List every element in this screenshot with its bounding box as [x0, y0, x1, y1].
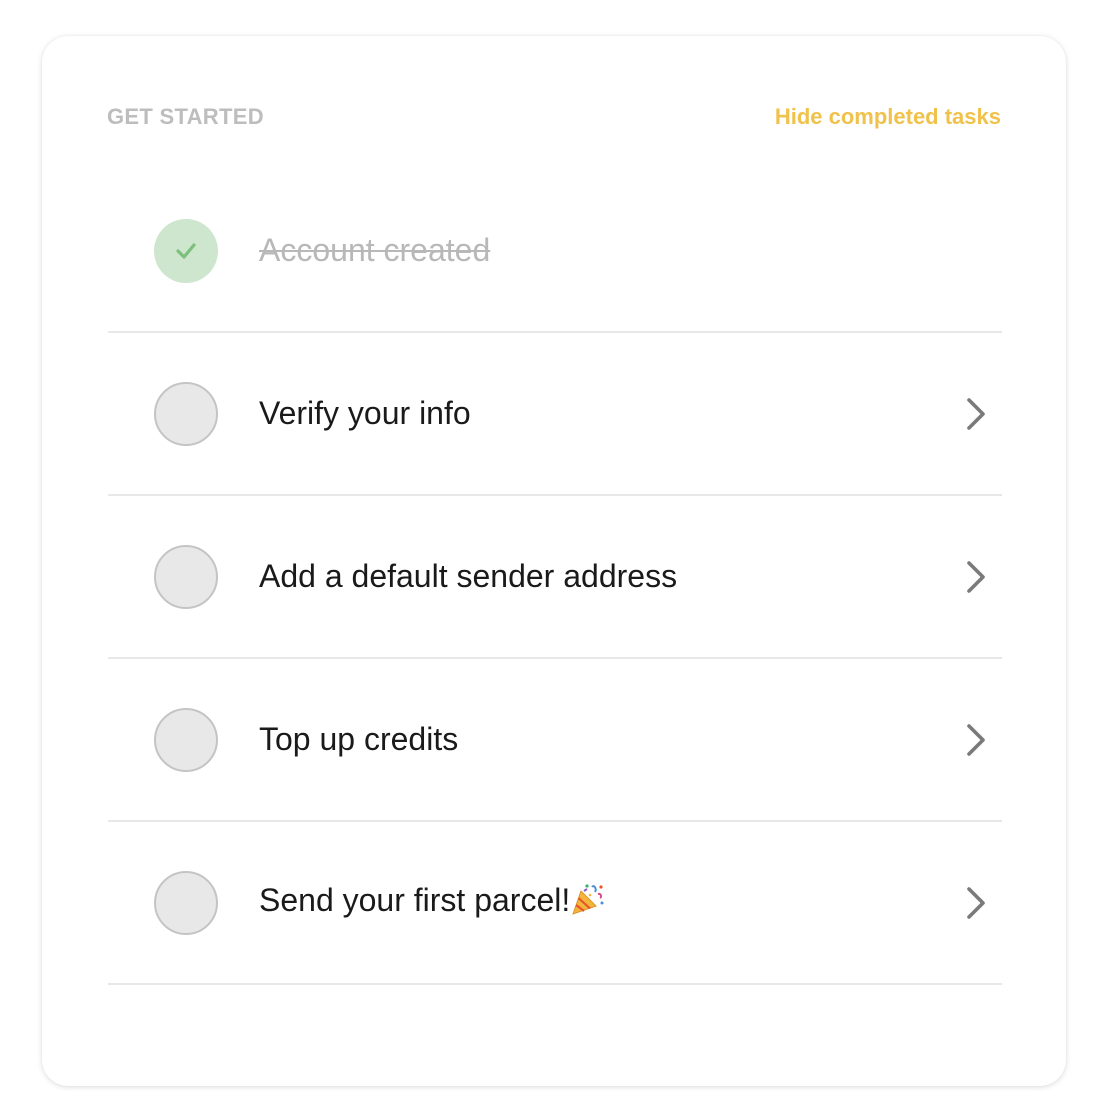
task-row-top-up-credits[interactable]: Top up credits: [108, 659, 1002, 822]
task-label: Account created: [259, 232, 491, 268]
pending-status-circle: [154, 381, 218, 446]
section-title: GET STARTED: [107, 104, 264, 129]
task-row-default-sender-address[interactable]: Add a default sender address: [108, 496, 1002, 659]
pending-status-circle: [154, 707, 218, 772]
hide-completed-tasks-link[interactable]: Hide completed tasks: [775, 104, 1001, 130]
task-list: Account created Verify your info Add a d…: [108, 170, 1002, 985]
task-label: Send your first parcel!: [259, 881, 571, 918]
task-label: Top up credits: [259, 721, 459, 757]
chevron-right-icon[interactable]: [962, 394, 990, 434]
get-started-card: GET STARTED Hide completed tasks Account…: [42, 36, 1066, 1086]
task-row-account-created: Account created: [108, 170, 1002, 333]
task-label: Add a default sender address: [259, 558, 678, 594]
task-row-verify-info[interactable]: Verify your info: [108, 333, 1002, 496]
party-popper-icon: [570, 881, 606, 925]
task-label-wrapper: Send your first parcel!: [259, 881, 606, 925]
card-header: GET STARTED Hide completed tasks: [107, 102, 1001, 132]
chevron-right-icon[interactable]: [962, 720, 990, 760]
pending-status-circle: [154, 870, 218, 935]
chevron-right-icon[interactable]: [962, 557, 990, 597]
task-row-send-first-parcel[interactable]: Send your first parcel!: [108, 822, 1002, 985]
pending-status-circle: [154, 544, 218, 609]
check-icon: [176, 242, 196, 259]
chevron-right-icon[interactable]: [962, 883, 990, 923]
completed-status-circle: [154, 218, 218, 283]
task-label: Verify your info: [259, 395, 471, 431]
